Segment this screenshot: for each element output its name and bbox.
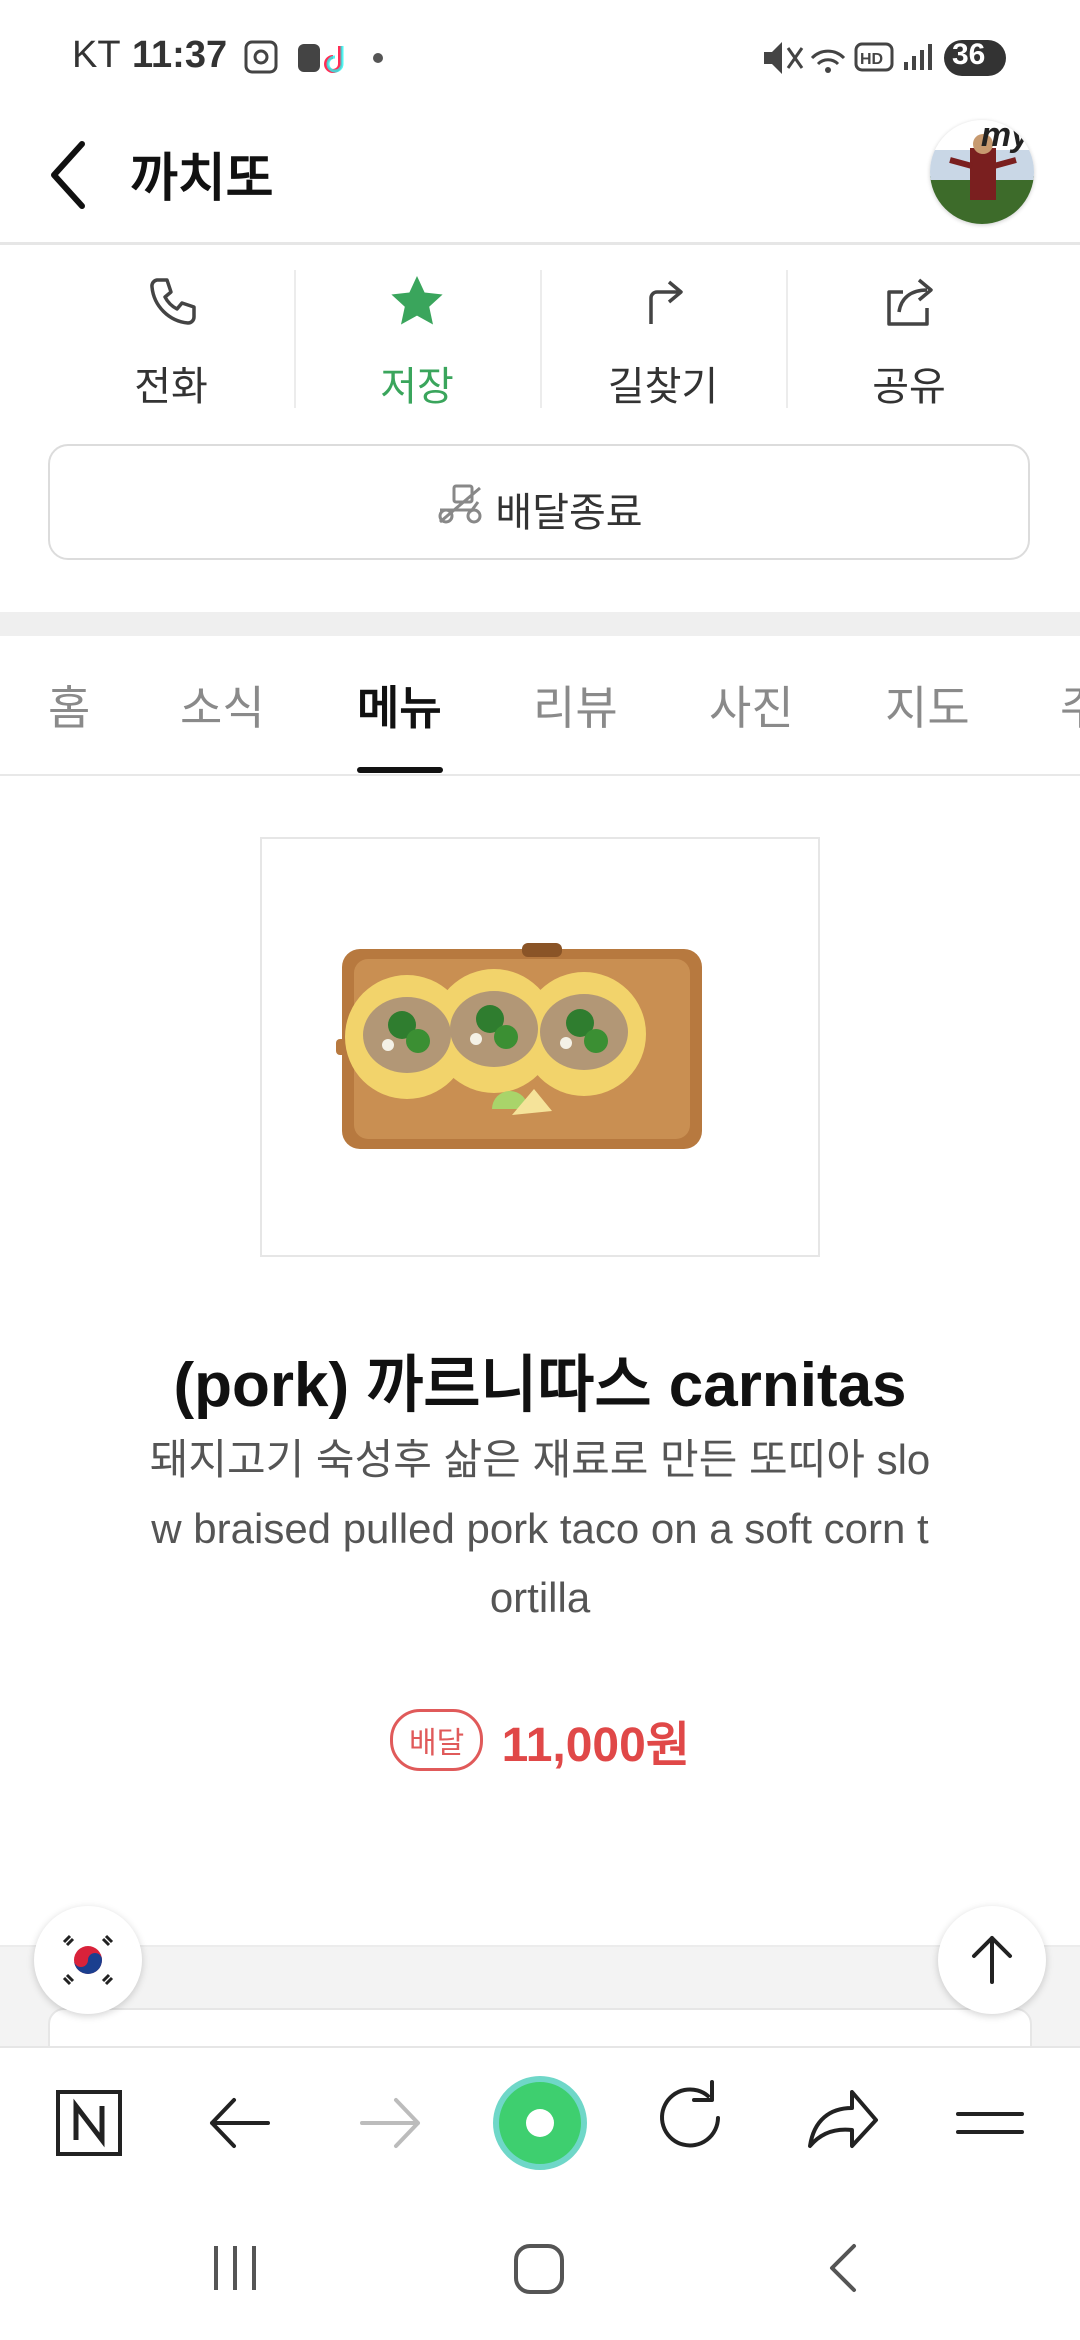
tab-menu[interactable]: 메뉴 [357,672,442,738]
star-icon [391,276,443,325]
price-row: 배달 11,000원 [0,1705,1080,1775]
tab-reviews[interactable]: 리뷰 [533,672,618,738]
tab-photos[interactable]: 사진 [709,672,794,738]
delivery-badge: 배달 [390,1709,484,1771]
arrow-up-icon [972,1936,1012,1984]
tab-home[interactable]: 홈 [48,672,90,738]
tab-map[interactable]: 지도 [885,672,970,738]
back-icon[interactable] [180,2048,300,2198]
save-button[interactable]: 저장 [294,262,540,412]
clock: 11:37 [132,34,228,76]
menu-item-name: (pork) 까르니따스 carnitas [173,1351,907,1420]
directions-label: 길찾기 [607,365,719,409]
svg-text:HD: HD [860,51,883,68]
scroll-to-top-button[interactable] [938,1906,1046,2014]
delivery-ended-label: 배달종료 [495,491,643,535]
phone-icon [150,278,196,325]
menu-item-description: 돼지고기 숙성후 삶은 재료로 만든 또띠아 slow braised pull… [149,1436,931,1621]
system-nav-bar [0,2196,1080,2340]
home-icon[interactable] [505,2238,575,2298]
share-label: 공유 [872,365,946,409]
system-back-icon[interactable] [810,2238,880,2298]
naver-n-icon[interactable] [30,2048,150,2198]
call-button[interactable]: 전화 [48,262,294,412]
delivery-ended-button[interactable]: 배달종료 [48,444,1030,560]
avatar-my-label: my [980,120,1030,154]
browser-toolbar [0,2046,1080,2198]
recent-apps-icon[interactable] [200,2238,270,2298]
tab-more[interactable]: 주 [1060,672,1080,738]
refresh-icon[interactable] [630,2048,750,2198]
tab-news[interactable]: 소식 [180,672,265,738]
menu-photo[interactable] [260,837,820,1257]
tabs-divider [0,774,1080,776]
status-bar: KT 11:37 HD 36 [0,0,1080,110]
back-arrow-icon[interactable] [44,136,94,214]
korea-flag-icon [62,1934,114,1986]
battery-level: 36 [952,38,986,71]
call-label: 전화 [134,365,208,409]
green-dot-icon[interactable] [480,2048,600,2198]
save-label: 저장 [380,365,454,409]
page-title: 까치또 [130,150,274,208]
notification-icons [244,40,383,74]
directions-button[interactable]: 길찾기 [540,262,786,412]
share-button[interactable]: 공유 [786,262,1032,412]
forward-icon[interactable] [330,2048,450,2198]
active-tab-indicator [357,767,443,773]
language-button[interactable] [34,1906,142,2014]
carrier-label: KT [72,34,121,76]
avatar[interactable]: my [930,120,1034,224]
section-divider [0,612,1080,636]
menu-icon[interactable] [930,2048,1050,2198]
share-icon[interactable] [780,2048,900,2198]
directions-icon [649,280,683,324]
menu-item-price: 11,000원 [501,1719,690,1772]
taco-plate-image [336,943,702,1149]
share-icon [887,278,933,326]
top-header: 까치또 my [0,110,1080,245]
